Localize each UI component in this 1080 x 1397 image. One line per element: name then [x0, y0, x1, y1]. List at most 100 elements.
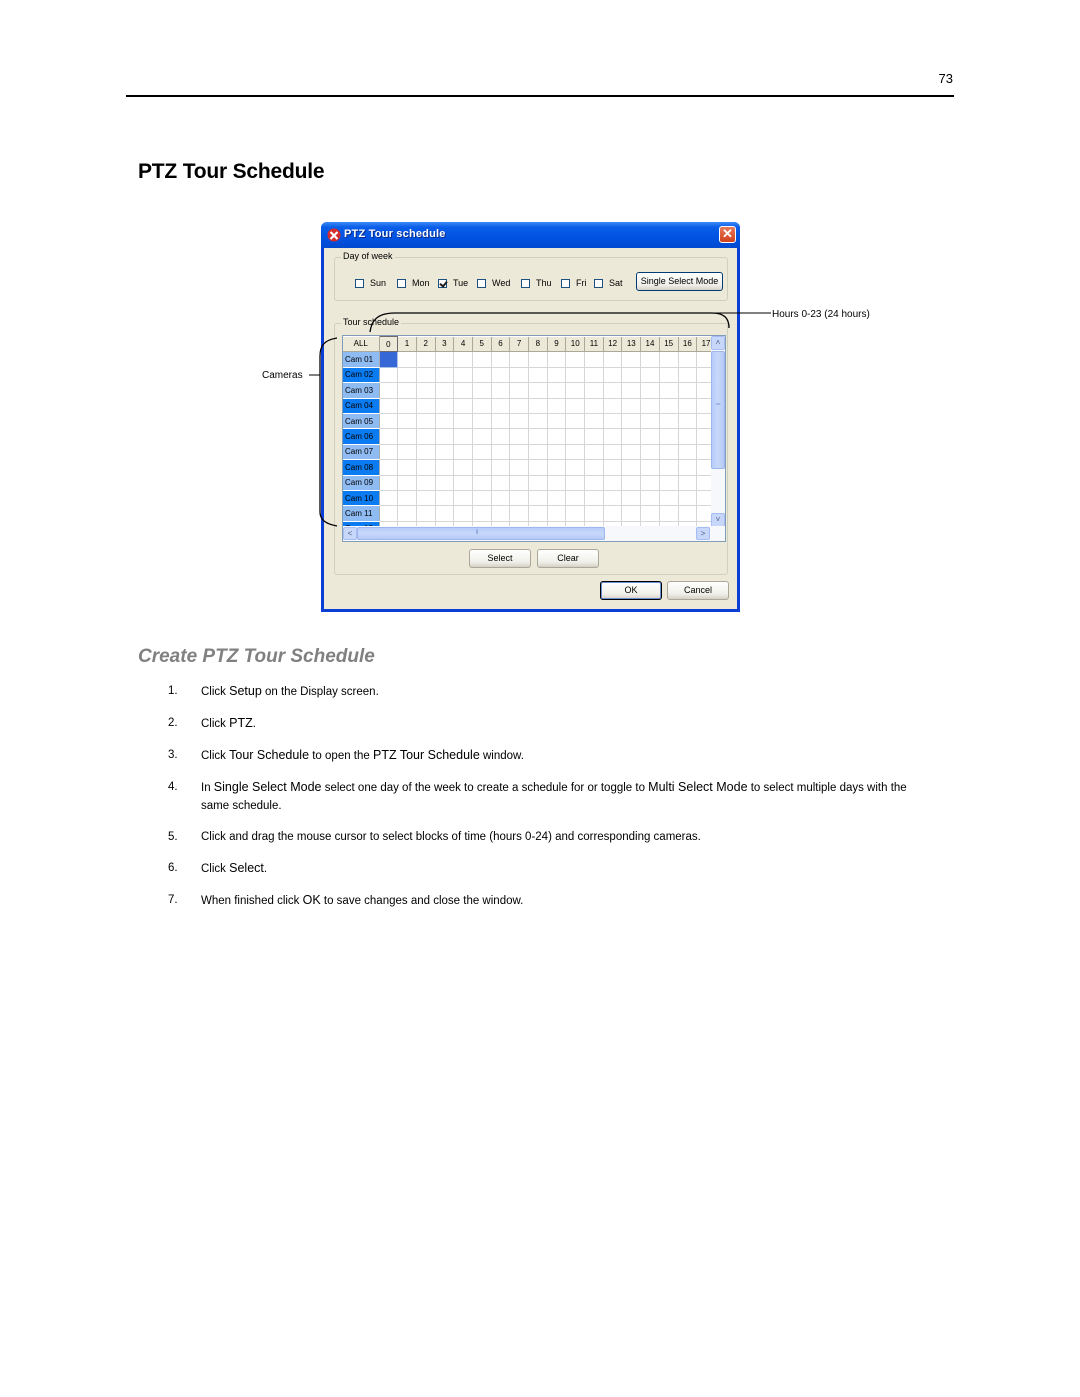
- schedule-cell[interactable]: [565, 382, 586, 399]
- schedule-cell[interactable]: [472, 475, 492, 491]
- schedule-cell[interactable]: [472, 382, 492, 399]
- schedule-cell[interactable]: [678, 367, 698, 384]
- schedule-cell[interactable]: [678, 428, 698, 445]
- schedule-cell[interactable]: [678, 505, 698, 522]
- schedule-cell[interactable]: [509, 459, 529, 476]
- schedule-cell[interactable]: [397, 459, 417, 476]
- schedule-cell[interactable]: [416, 459, 436, 476]
- schedule-cell[interactable]: [547, 444, 567, 461]
- schedule-cell[interactable]: [472, 444, 492, 461]
- scroll-right-button[interactable]: >: [696, 527, 710, 540]
- schedule-cell[interactable]: [416, 398, 436, 414]
- select-button[interactable]: Select: [469, 549, 531, 568]
- schedule-cell[interactable]: [547, 475, 567, 491]
- schedule-cell[interactable]: [565, 428, 586, 445]
- schedule-cell[interactable]: [416, 351, 436, 368]
- schedule-cell[interactable]: [528, 490, 548, 507]
- schedule-cell[interactable]: [565, 490, 586, 507]
- schedule-cell[interactable]: [397, 413, 417, 430]
- vertical-scroll-thumb[interactable]: ═: [711, 351, 725, 469]
- schedule-cell[interactable]: [621, 382, 642, 399]
- checkbox-icon[interactable]: [477, 278, 486, 288]
- hour-header-14[interactable]: 14: [640, 336, 660, 353]
- schedule-cell[interactable]: [678, 398, 698, 414]
- schedule-cell[interactable]: [640, 382, 660, 399]
- schedule-cell[interactable]: [621, 428, 642, 445]
- schedule-cell[interactable]: [659, 351, 679, 368]
- schedule-cell[interactable]: [453, 490, 473, 507]
- schedule-cell[interactable]: [491, 367, 511, 384]
- camera-header-2[interactable]: Cam 02: [343, 367, 380, 384]
- schedule-cell[interactable]: [659, 413, 679, 430]
- schedule-cell[interactable]: [565, 444, 586, 461]
- schedule-cell[interactable]: [379, 428, 399, 445]
- schedule-cell[interactable]: [379, 367, 399, 384]
- schedule-cell[interactable]: [509, 428, 529, 445]
- schedule-cell[interactable]: [397, 475, 417, 491]
- schedule-cell[interactable]: [621, 413, 642, 430]
- schedule-cell[interactable]: [659, 505, 679, 522]
- schedule-cell[interactable]: [509, 382, 529, 399]
- schedule-cell[interactable]: [678, 490, 698, 507]
- hour-header-15[interactable]: 15: [659, 336, 679, 353]
- schedule-cell[interactable]: [547, 428, 567, 445]
- schedule-cell[interactable]: [603, 459, 623, 476]
- schedule-cell[interactable]: [621, 490, 642, 507]
- horizontal-scroll-thumb[interactable]: ‖: [357, 527, 605, 540]
- day-checkbox-sat[interactable]: Sat: [594, 278, 623, 288]
- schedule-cell[interactable]: [379, 490, 399, 507]
- camera-header-10[interactable]: Cam 10: [343, 490, 380, 507]
- schedule-cell[interactable]: [640, 398, 660, 414]
- schedule-cell[interactable]: [659, 490, 679, 507]
- schedule-cell[interactable]: [640, 428, 660, 445]
- schedule-cell[interactable]: [397, 382, 417, 399]
- day-checkbox-tue[interactable]: Tue: [438, 278, 468, 288]
- schedule-cell[interactable]: [509, 398, 529, 414]
- camera-header-9[interactable]: Cam 09: [343, 475, 380, 491]
- day-checkbox-sun[interactable]: Sun: [355, 278, 386, 288]
- checkbox-icon[interactable]: [397, 278, 406, 288]
- schedule-cell[interactable]: [453, 351, 473, 368]
- schedule-cell[interactable]: [584, 382, 604, 399]
- schedule-cell[interactable]: [659, 428, 679, 445]
- camera-header-11[interactable]: Cam 11: [343, 505, 380, 522]
- schedule-cell[interactable]: [528, 428, 548, 445]
- schedule-cell[interactable]: [621, 351, 642, 368]
- schedule-cell[interactable]: [584, 475, 604, 491]
- checkbox-checked-icon[interactable]: [438, 278, 447, 288]
- schedule-cell[interactable]: [528, 351, 548, 368]
- schedule-cell[interactable]: [472, 367, 492, 384]
- day-checkbox-fri[interactable]: Fri: [561, 278, 587, 288]
- schedule-cell[interactable]: [453, 505, 473, 522]
- schedule-cell[interactable]: [603, 475, 623, 491]
- schedule-cell[interactable]: [565, 459, 586, 476]
- camera-header-6[interactable]: Cam 06: [343, 428, 380, 445]
- schedule-cell[interactable]: [416, 475, 436, 491]
- schedule-cell[interactable]: [435, 413, 455, 430]
- schedule-cell[interactable]: [472, 351, 492, 368]
- close-button[interactable]: ✕: [719, 226, 736, 243]
- schedule-cell[interactable]: [397, 351, 417, 368]
- schedule-cell[interactable]: [565, 351, 586, 368]
- schedule-cell[interactable]: [509, 367, 529, 384]
- schedule-cell[interactable]: [453, 428, 473, 445]
- schedule-cell[interactable]: [453, 475, 473, 491]
- schedule-cell[interactable]: [603, 351, 623, 368]
- schedule-cell[interactable]: [491, 444, 511, 461]
- schedule-cell[interactable]: [547, 413, 567, 430]
- horizontal-scrollbar[interactable]: < ‖ >: [343, 526, 725, 541]
- camera-header-5[interactable]: Cam 05: [343, 413, 380, 430]
- hour-header-2[interactable]: 2: [416, 336, 436, 353]
- schedule-cell[interactable]: [621, 475, 642, 491]
- hour-header-9[interactable]: 9: [547, 336, 567, 353]
- scroll-down-button[interactable]: ˅: [711, 513, 725, 527]
- schedule-cell[interactable]: [584, 444, 604, 461]
- schedule-cell[interactable]: [435, 428, 455, 445]
- schedule-cell[interactable]: [491, 505, 511, 522]
- schedule-cell[interactable]: [528, 444, 548, 461]
- schedule-cell[interactable]: [472, 459, 492, 476]
- schedule-cell[interactable]: [397, 367, 417, 384]
- schedule-cell[interactable]: [547, 505, 567, 522]
- day-checkbox-wed[interactable]: Wed: [477, 278, 510, 288]
- schedule-cell[interactable]: [435, 367, 455, 384]
